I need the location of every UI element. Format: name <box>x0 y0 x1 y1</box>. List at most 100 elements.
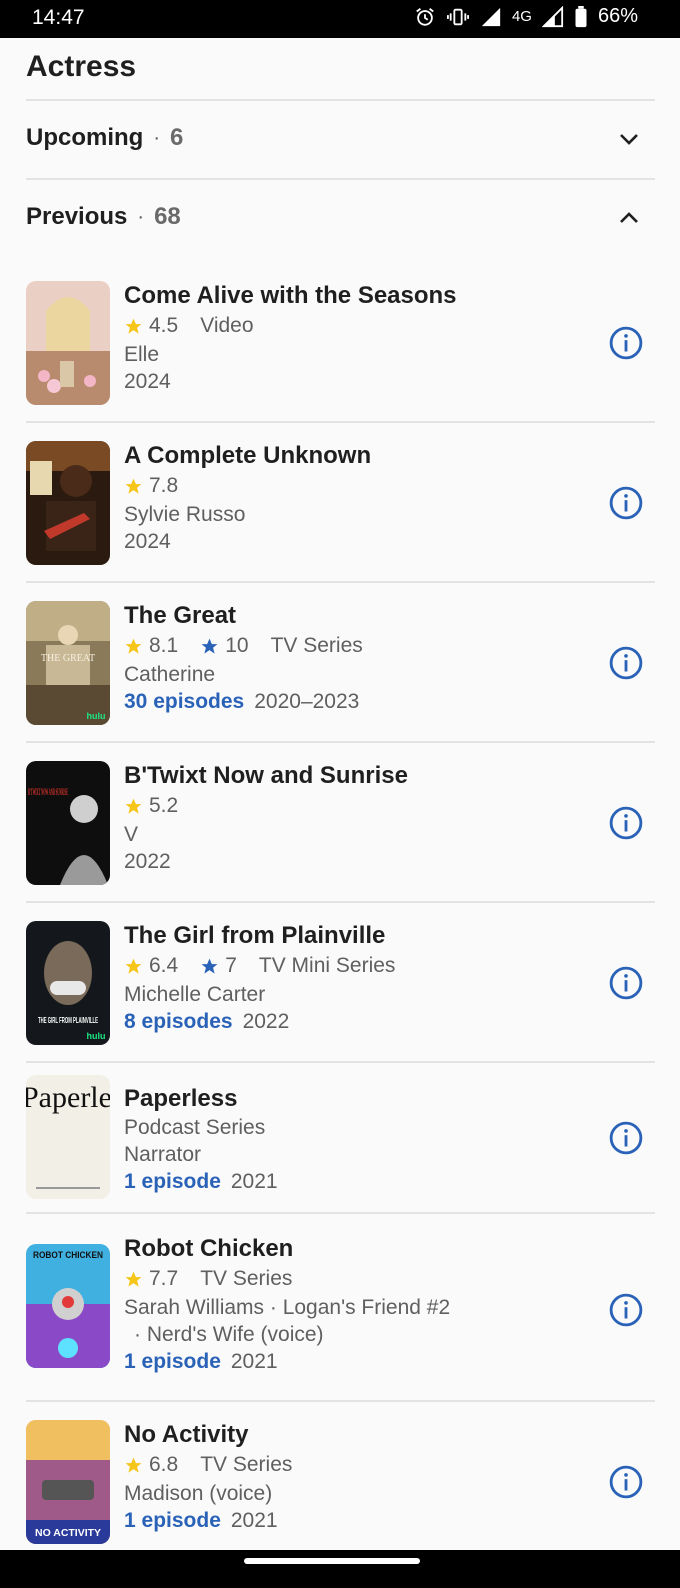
user-rating-star-icon <box>201 638 218 654</box>
list-item[interactable]: THE GREAT hulu The Great 8.1 10 TV Series… <box>26 601 655 761</box>
group-separator: · <box>137 205 145 228</box>
item-title[interactable]: Paperless <box>124 1084 594 1114</box>
divider <box>26 1061 655 1063</box>
divider <box>26 1400 655 1402</box>
info-icon[interactable] <box>609 1293 643 1327</box>
chevron-down-icon[interactable] <box>617 127 641 151</box>
user-rating-star-icon <box>201 958 218 974</box>
poster-text: NO ACTIVITY <box>35 1528 101 1539</box>
user-rating: 7 <box>225 954 237 977</box>
group-label: Upcoming <box>26 124 144 151</box>
star-icon <box>125 1271 142 1287</box>
rating: 4.5 <box>149 314 179 337</box>
info-icon[interactable] <box>609 1465 643 1499</box>
star-icon <box>125 638 142 654</box>
list-item[interactable]: B'TWIXT NOW AND SUNRISE B'Twixt Now and … <box>26 761 655 921</box>
poster-text: hulu <box>87 711 106 721</box>
release-years: 2021 <box>230 1509 278 1532</box>
list-item[interactable]: ROBOT CHICKEN Robot Chicken 7.7 TV Serie… <box>26 1234 655 1400</box>
star-icon <box>125 318 142 334</box>
item-title[interactable]: A Complete Unknown <box>124 441 594 471</box>
filmography-screen[interactable]: Actress Upcoming · 6 Previous · 68 Come … <box>0 38 680 1550</box>
title-type: TV Series <box>200 1267 293 1290</box>
episodes-link[interactable]: 8 episodes <box>124 1010 233 1033</box>
episodes-link[interactable]: 1 episode <box>124 1509 221 1532</box>
release-years: 2024 <box>124 530 171 553</box>
group-separator: · <box>153 126 160 149</box>
episodes-link[interactable]: 1 episode <box>124 1170 221 1193</box>
divider <box>26 741 655 743</box>
release-years: 2020–2023 <box>254 690 360 713</box>
poster-image[interactable]: ROBOT CHICKEN <box>26 1244 110 1368</box>
rating: 6.8 <box>149 1453 179 1476</box>
item-title[interactable]: The Great <box>124 601 594 631</box>
group-previous[interactable]: Previous · 68 <box>26 178 655 256</box>
character-name: Sarah Williams · Logan's Friend #2 <box>124 1296 451 1319</box>
signal-icon-2 <box>541 5 564 28</box>
info-icon[interactable] <box>609 966 643 1000</box>
title-type: Podcast Series <box>124 1116 266 1139</box>
group-label: Previous <box>26 203 128 230</box>
poster-image[interactable]: NO ACTIVITY <box>26 1420 110 1544</box>
group-count: 6 <box>170 124 184 151</box>
info-icon[interactable] <box>609 326 643 360</box>
poster-image[interactable]: THE GREAT hulu <box>26 601 110 725</box>
release-years: 2024 <box>124 370 171 393</box>
rating: 6.4 <box>149 954 179 977</box>
release-years: 2021 <box>230 1350 278 1373</box>
poster-text: THE GIRL FROM PLAINVILLE <box>38 1016 98 1025</box>
poster-text: Paperless <box>26 1081 110 1114</box>
title-type: TV Series <box>200 1453 293 1476</box>
item-title[interactable]: No Activity <box>124 1420 594 1450</box>
list-item[interactable]: Come Alive with the Seasons 4.5 Video El… <box>26 281 655 441</box>
poster-image[interactable]: B'TWIXT NOW AND SUNRISE <box>26 761 110 885</box>
title-type: Video <box>200 314 254 337</box>
character-name: Narrator <box>124 1143 202 1166</box>
signal-icon <box>480 6 502 28</box>
character-name: Sylvie Russo <box>124 503 246 526</box>
episodes-link[interactable]: 30 episodes <box>124 690 244 713</box>
poster-text: ROBOT CHICKEN <box>33 1250 103 1260</box>
item-title[interactable]: The Girl from Plainville <box>124 921 594 951</box>
character-name: Madison (voice) <box>124 1482 273 1505</box>
divider <box>26 581 655 583</box>
rating: 8.1 <box>149 634 179 657</box>
title-type: TV Series <box>270 634 363 657</box>
chevron-up-icon[interactable] <box>617 206 641 230</box>
group-upcoming[interactable]: Upcoming · 6 <box>26 99 655 177</box>
battery-level: 66% <box>597 5 638 27</box>
character-name-cont: · Nerd's Wife (voice) <box>134 1323 324 1346</box>
item-title[interactable]: B'Twixt Now and Sunrise <box>124 761 594 791</box>
list-item[interactable]: NO ACTIVITY No Activity 6.8 TV Series Ma… <box>26 1420 655 1550</box>
list-item[interactable]: THE GIRL FROM PLAINVILLE hulu The Girl fr… <box>26 921 655 1081</box>
info-icon[interactable] <box>609 486 643 520</box>
info-icon[interactable] <box>609 1121 643 1155</box>
item-title[interactable]: Robot Chicken <box>124 1234 594 1264</box>
episodes-link[interactable]: 1 episode <box>124 1350 221 1373</box>
release-years: 2021 <box>230 1170 278 1193</box>
poster-image[interactable]: Paperless <box>26 1075 110 1199</box>
divider <box>26 901 655 903</box>
vibrate-icon <box>446 6 470 28</box>
poster-text: THE GREAT <box>41 653 95 664</box>
release-years: 2022 <box>242 1010 290 1033</box>
group-count: 68 <box>154 203 181 230</box>
poster-image[interactable] <box>26 281 110 405</box>
character-name: Michelle Carter <box>124 983 266 1006</box>
status-time: 14:47 <box>32 6 85 29</box>
star-icon <box>125 1457 142 1473</box>
poster-image[interactable] <box>26 441 110 565</box>
poster-image[interactable]: THE GIRL FROM PLAINVILLE hulu <box>26 921 110 1045</box>
navigation-bar <box>0 1550 680 1588</box>
status-bar: 14:47 4G 66% <box>0 0 680 38</box>
network-type: 4G <box>511 8 532 25</box>
rating: 5.2 <box>149 794 179 817</box>
info-icon[interactable] <box>609 806 643 840</box>
list-item[interactable]: Paperless Paperless Podcast Series Narra… <box>26 1075 655 1212</box>
info-icon[interactable] <box>609 646 643 680</box>
rating: 7.8 <box>149 474 179 497</box>
home-gesture-handle[interactable] <box>244 1558 420 1564</box>
release-years: 2022 <box>124 850 171 873</box>
item-title[interactable]: Come Alive with the Seasons <box>124 281 594 311</box>
list-item[interactable]: A Complete Unknown 7.8 Sylvie Russo 2024 <box>26 441 655 601</box>
